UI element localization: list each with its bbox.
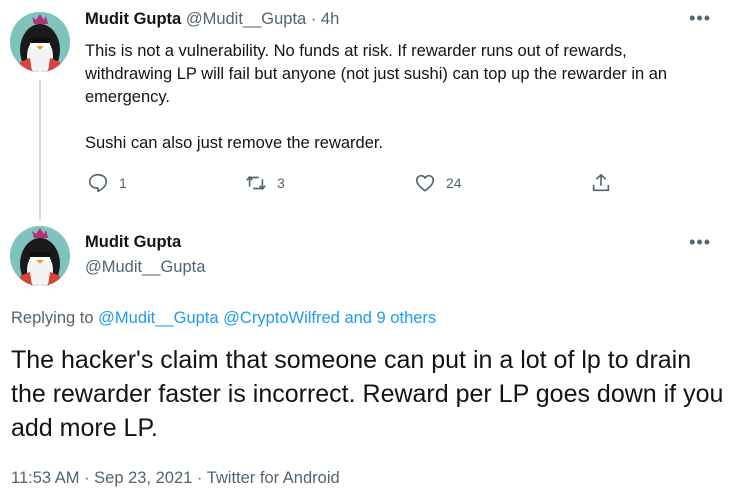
penguin-avatar-icon — [10, 12, 70, 72]
tweet-timestamp[interactable]: 11:53 AM · Sep 23, 2021 · Twitter for An… — [11, 469, 340, 488]
author-name[interactable]: Mudit Gupta — [85, 233, 181, 252]
retweet-icon — [246, 175, 266, 191]
penguin-avatar-icon — [10, 226, 70, 286]
heart-icon — [415, 174, 435, 192]
reply-count: 1 — [119, 175, 127, 191]
share-icon — [592, 173, 610, 192]
separator-dot: · — [310, 10, 317, 28]
tweet1-text: This is not a vulnerability. No funds at… — [85, 40, 715, 155]
avatar[interactable] — [10, 226, 70, 286]
retweet-button[interactable]: 3 — [245, 172, 285, 194]
tweet1-actions: 1 3 24 — [87, 172, 617, 198]
tweet1-header: Mudit Gupta @Mudit__Gupta · 4h — [85, 10, 339, 29]
author-name[interactable]: Mudit Gupta — [85, 10, 181, 28]
more-dots-icon[interactable]: ••• — [689, 8, 711, 29]
others-link[interactable]: and 9 others — [344, 309, 436, 327]
share-button[interactable] — [590, 172, 622, 194]
tweet-time[interactable]: 4h — [321, 10, 339, 28]
like-count: 24 — [446, 175, 462, 191]
reply-icon — [88, 173, 108, 193]
tweet1-paragraph: Sushi can also just remove the rewarder. — [85, 134, 384, 152]
tweet1-paragraph: This is not a vulnerability. No funds at… — [85, 42, 668, 106]
avatar[interactable] — [10, 12, 70, 72]
like-button[interactable]: 24 — [414, 172, 462, 194]
replying-prefix: Replying to — [11, 309, 94, 327]
thread-line — [39, 80, 41, 220]
reply-button[interactable]: 1 — [87, 172, 127, 194]
more-dots-icon[interactable]: ••• — [689, 232, 711, 253]
author-handle[interactable]: @Mudit__Gupta — [186, 10, 306, 28]
replying-to: Replying to @Mudit__Gupta @CryptoWilfred… — [11, 309, 436, 328]
author-handle[interactable]: @Mudit__Gupta — [85, 258, 205, 277]
retweet-count: 3 — [277, 175, 285, 191]
mention-link[interactable]: @Mudit__Gupta — [98, 309, 218, 327]
mention-link[interactable]: @CryptoWilfred — [223, 309, 340, 327]
tweet-main-text: The hacker's claim that someone can put … — [11, 346, 724, 442]
